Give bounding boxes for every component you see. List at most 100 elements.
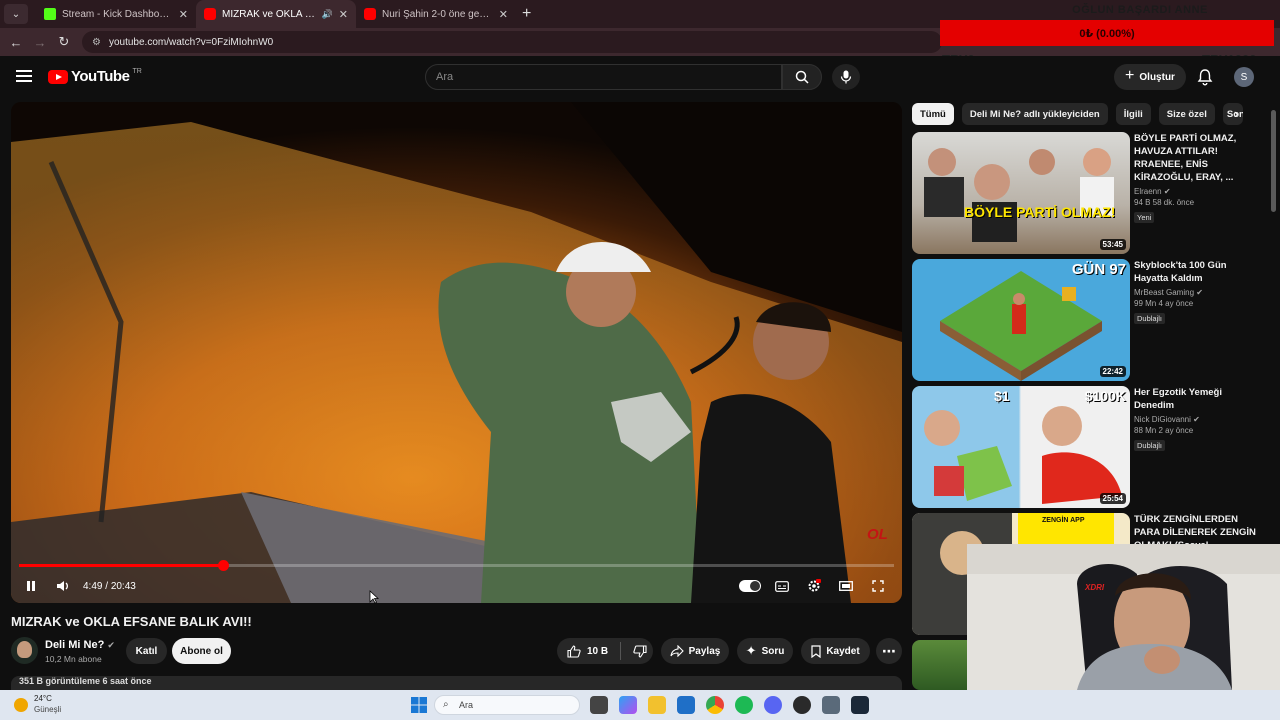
like-button[interactable]: 10 B (567, 644, 608, 658)
channel-name[interactable]: Deli Mi Ne? ✔ (45, 639, 115, 651)
account-avatar[interactable]: S (1234, 67, 1254, 87)
dubbed-badge: Dublajlı (1134, 440, 1166, 451)
search-input[interactable]: Ara (425, 64, 782, 90)
back-icon[interactable]: ← (4, 35, 28, 50)
spotify-icon[interactable] (735, 696, 753, 714)
youtube-logo[interactable]: YouTube TR (48, 68, 142, 85)
youtube-play-icon (48, 69, 68, 84)
share-icon (670, 645, 684, 657)
progress-bar[interactable] (19, 560, 894, 571)
chip-for-you[interactable]: Size özel (1158, 103, 1215, 125)
tab-search-button[interactable]: ⌄ (4, 4, 28, 24)
recommendation-channel[interactable]: Nick DiGiovanni ✔ (1134, 415, 1262, 424)
video-thumbnail[interactable]: $1 $100K 25:54 (912, 386, 1130, 508)
chip-recent[interactable]: Son yüklenenler (1222, 103, 1243, 125)
microsoft-store-icon[interactable] (677, 696, 695, 714)
recommendation-title[interactable]: Skyblock'ta 100 Gün Hayatta Kaldım (1134, 259, 1262, 285)
video-duration: 22:42 (1099, 366, 1126, 377)
chrome-icon[interactable] (706, 696, 724, 714)
subscribe-button[interactable]: Abone ol (172, 638, 231, 664)
fullscreen-icon (872, 580, 884, 592)
youtube-favicon-icon (364, 8, 376, 20)
chip-all[interactable]: Tümü (912, 103, 954, 125)
youtube-header: YouTube TR Ara + Oluştur S (0, 56, 1280, 100)
recommendation-info: BÖYLE PARTİ OLMAZ, HAVUZA ATTILAR! RRAEN… (1134, 132, 1262, 225)
reload-icon[interactable]: ↻ (52, 34, 76, 50)
video-title: MIZRAK ve OKLA EFSANE BALIK AVI!! (11, 614, 252, 629)
app-icon[interactable] (793, 696, 811, 714)
recommendation-item[interactable]: BÖYLE PARTİ OLMAZ! 53:45 BÖYLE PARTİ OLM… (912, 132, 1264, 254)
chip-from-uploader[interactable]: Deli Mi Ne? adlı yükleyiciden (961, 103, 1108, 125)
thumbs-up-icon (567, 644, 581, 658)
menu-icon[interactable] (16, 70, 32, 82)
chevron-right-icon[interactable]: › (1234, 106, 1238, 121)
recommendation-channel[interactable]: MrBeast Gaming ✔ (1134, 288, 1262, 297)
fullscreen-button[interactable] (866, 574, 890, 598)
video-thumbnail[interactable]: GÜN 97 22:42 (912, 259, 1130, 381)
site-info-icon[interactable]: ⚙ (92, 37, 101, 48)
video-player[interactable]: OL 4:49 / 20:43 (11, 102, 902, 603)
thumbnail-text-left: $1 (994, 388, 1010, 404)
recommendation-channel[interactable]: Elraenn ✔ (1134, 187, 1262, 196)
sparkle-icon: ✦ (745, 643, 757, 658)
more-actions-button[interactable]: ⋯ (876, 638, 902, 664)
pause-icon (27, 581, 35, 591)
search-button[interactable] (782, 64, 822, 90)
copilot-icon[interactable] (619, 696, 637, 714)
tab-title: MIZRAK ve OKLA EFSANE BALIK AVI!! - YouT… (222, 8, 316, 20)
create-button[interactable]: + Oluştur (1114, 64, 1186, 90)
subtitles-button[interactable] (770, 574, 794, 598)
video-thumbnail[interactable]: BÖYLE PARTİ OLMAZ! 53:45 (912, 132, 1130, 254)
sun-icon[interactable] (14, 698, 28, 712)
recommendation-title[interactable]: BÖYLE PARTİ OLMAZ, HAVUZA ATTILAR! RRAEN… (1134, 132, 1262, 184)
taskbar-search-input[interactable]: ⌕ Ara (434, 695, 580, 715)
browser-tab-kick[interactable]: Stream - Kick Dashboard ✕ (36, 0, 196, 28)
browser-tab-youtube-2[interactable]: Nuri Şahin 2-0 öne geçip 5-2 kaybeden...… (356, 0, 516, 28)
new-tab-button[interactable]: + (522, 5, 531, 23)
steam-icon[interactable] (851, 696, 869, 714)
autoplay-toggle[interactable] (738, 574, 762, 598)
channel-text: Nick DiGiovanni (1134, 415, 1191, 424)
progress-scrubber[interactable] (217, 560, 229, 571)
forward-icon[interactable]: → (28, 35, 52, 50)
voice-search-button[interactable] (832, 64, 860, 90)
windows-taskbar: 24°C Güneşli ⌕ Ara (0, 690, 1280, 720)
chip-label: Deli Mi Ne? adlı yükleyiciden (969, 108, 1100, 120)
close-tab-icon[interactable]: ✕ (499, 8, 508, 21)
chip-related[interactable]: İlgili (1115, 103, 1151, 125)
close-tab-icon[interactable]: ✕ (339, 8, 348, 21)
dislike-button[interactable] (633, 644, 647, 658)
ask-button[interactable]: ✦ Soru (737, 638, 793, 664)
notepad-icon[interactable] (822, 696, 840, 714)
more-horizontal-icon: ⋯ (882, 642, 896, 659)
close-tab-icon[interactable]: ✕ (179, 8, 188, 21)
task-view-icon[interactable] (590, 696, 608, 714)
microphone-icon (840, 70, 852, 84)
webcam-feed: XDRI (967, 544, 1280, 690)
theater-mode-button[interactable] (834, 574, 858, 598)
url-field[interactable]: ⚙ youtube.com/watch?v=0FziMIohnW0 (82, 31, 942, 53)
pause-button[interactable] (19, 574, 43, 598)
windows-start-icon[interactable] (410, 696, 428, 714)
volume-button[interactable] (51, 574, 75, 598)
recommendations-scrollbar[interactable] (1271, 110, 1276, 212)
share-button[interactable]: Paylaş (661, 638, 729, 664)
video-duration: 25:54 (1099, 493, 1126, 504)
recommendation-meta: 88 Mn 2 ay önce (1134, 426, 1194, 435)
browser-tab-youtube-active[interactable]: MIZRAK ve OKLA EFSANE BALIK AVI!! - YouT… (196, 0, 356, 28)
thumbnail-text-right: $100K (1084, 388, 1126, 404)
file-explorer-icon[interactable] (648, 696, 666, 714)
save-button[interactable]: Kaydet (801, 638, 870, 664)
recommendation-item[interactable]: GÜN 97 22:42 Skyblock'ta 100 Gün Hayatta… (912, 259, 1264, 381)
notifications-bell-icon[interactable] (1196, 68, 1214, 86)
channel-avatar[interactable] (11, 637, 38, 664)
settings-button[interactable] (802, 574, 826, 598)
thumbnail-art (924, 406, 1122, 504)
svg-text:XDRI: XDRI (1084, 583, 1105, 592)
weather-temperature[interactable]: 24°C (34, 694, 52, 703)
discord-icon[interactable] (764, 696, 782, 714)
recommendation-title[interactable]: Her Egzotik Yemeği Denedim (1134, 386, 1262, 412)
join-button[interactable]: Katıl (126, 638, 167, 664)
speaker-icon[interactable]: 🔊 (322, 9, 333, 20)
recommendation-item[interactable]: $1 $100K 25:54 Her Egzotik Yemeği Denedi… (912, 386, 1264, 508)
